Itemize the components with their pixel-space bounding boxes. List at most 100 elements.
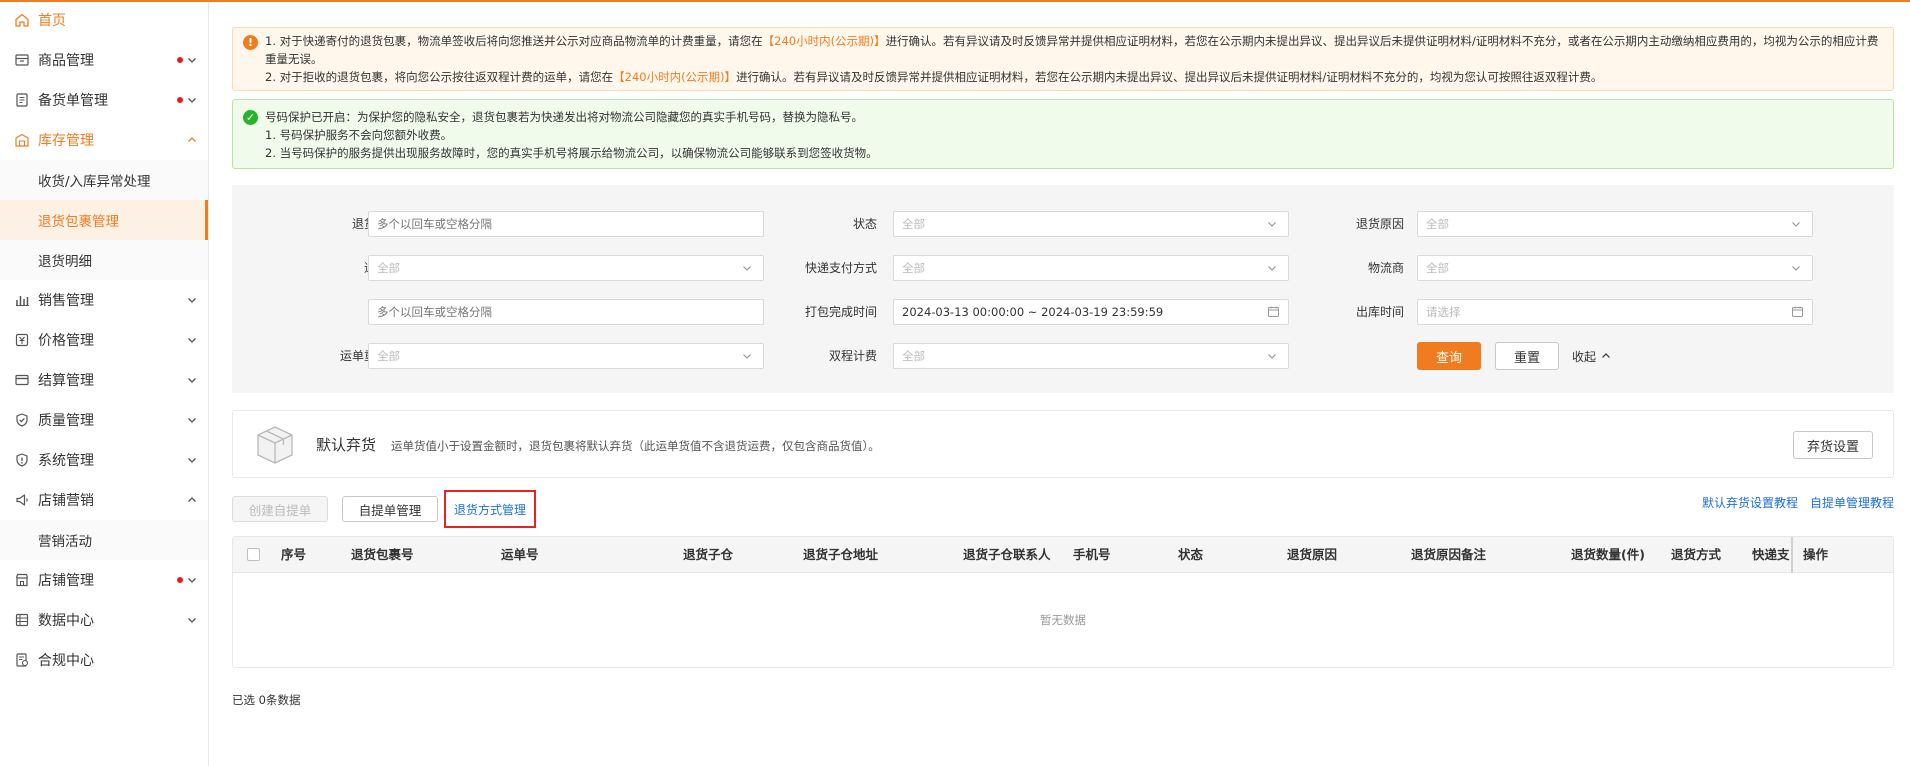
chevron-up-icon [1602,353,1610,358]
privacy-line-3: 2. 当号码保护的服务提供出现服务故障时，您的真实手机号将展示给物流公司，以确保… [265,146,878,160]
filter-label-reason: 退货原因 [1355,217,1404,231]
calendar-icon [1792,306,1803,317]
collapse-toggle[interactable]: 收起 [1572,342,1612,370]
notification-dot [177,577,183,583]
chevron-down-icon [1268,354,1276,359]
warehouse-icon [14,132,30,148]
privacy-line-2: 1. 号码保护服务不会向您额外收费。 [265,128,453,142]
sidebar-item-label: 销售管理 [38,293,94,309]
home-icon [14,12,30,28]
package-box-icon [257,426,293,464]
sidebar-item-label: 首页 [38,13,66,29]
column-header: 序号 [281,547,307,562]
select-all-checkbox[interactable] [247,548,260,561]
warning-line-2: 2. 对于拒收的退货包裹，将向您公示按往返双程计费的运单，请您在【240小时内(… [265,70,1603,84]
double-billing-select[interactable]: 全部 [893,343,1289,369]
notification-dot [177,57,183,63]
store-icon [14,572,30,588]
fixed-column-divider [1791,537,1793,573]
carrier-select[interactable]: 全部 [1417,255,1813,281]
sidebar-item-price[interactable]: 价格管理 [0,320,208,360]
sidebar-item-label: 合规中心 [38,653,94,669]
sidebar: 首页 商品管理 备货单管理 库存管理 收货/入库异常处理 退货包裹管理 退货明细 [0,0,209,766]
chevron-up-icon [188,497,196,502]
column-header: 快递支 [1752,547,1790,562]
sidebar-subitem-receiving-exceptions[interactable]: 收货/入库异常处理 [0,160,208,200]
bar-chart-icon [14,292,30,308]
warning-icon: ! [243,35,258,50]
chevron-down-icon [188,418,196,423]
sidebar-subitem-return-packages[interactable]: 退货包裹管理 [0,200,208,240]
sidebar-item-store-management[interactable]: 店铺管理 [0,560,208,600]
sidebar-item-inventory[interactable]: 库存管理 [0,120,208,160]
sidebar-item-label: 价格管理 [38,333,94,349]
column-header: 退货子仓联系人 [963,547,1051,562]
return-method-management-link[interactable]: 退货方式管理 [444,490,536,528]
sidebar-item-compliance[interactable]: 合规中心 [0,640,208,680]
collapse-label: 收起 [1572,349,1597,364]
query-button[interactable]: 查询 [1417,342,1481,370]
sidebar-item-label: 结算管理 [38,373,94,389]
filter-panel: 退货包裹号 状态 全部 退货原因 全部 退货方式 全部 快递支付方式 全部 物流… [232,185,1894,393]
chevron-down-icon [188,98,196,103]
shield-check-icon [14,412,30,428]
reset-button[interactable]: 重置 [1495,342,1559,370]
chevron-down-icon [188,338,196,343]
pickup-management-button[interactable]: 自提单管理 [342,496,438,522]
tutorial-links: 默认弃货设置教程 自提单管理教程 [1702,494,1894,511]
sidebar-item-goods[interactable]: 商品管理 [0,40,208,80]
sidebar-item-label: 系统管理 [38,453,94,469]
pickup-management-tutorial-link[interactable]: 自提单管理教程 [1810,494,1894,511]
check-circle-icon: ✓ [243,110,258,125]
warning-notice: ! 1. 对于快递寄付的退货包裹，物流单签收后将向您推送并公示对应商品物流单的计… [232,27,1894,91]
document-icon [14,92,30,108]
sidebar-subitem-return-details[interactable]: 退货明细 [0,240,208,280]
column-header: 运单号 [501,547,539,562]
out-time-picker[interactable]: 请选择 [1417,299,1813,325]
chevron-down-icon [188,618,196,623]
default-abandon-bar: 默认弃货 运单货值小于设置金额时，退货包裹将默认弃货（此运单货值不含退货运费，仅… [232,410,1894,478]
return-reason-select[interactable]: 全部 [1417,211,1813,237]
column-header: 手机号 [1073,547,1111,562]
sidebar-item-label: 店铺管理 [38,573,94,589]
filter-label-status: 状态 [852,217,877,231]
sidebar-item-store-marketing[interactable]: 店铺营销 [0,480,208,520]
sidebar-item-system[interactable]: 系统管理 [0,440,208,480]
default-abandon-title: 默认弃货 [316,436,377,454]
return-packages-table: 序号 退货包裹号 运单号 退货子仓 退货子仓地址 退货子仓联系人 手机号 状态 … [232,536,1894,668]
sidebar-item-quality[interactable]: 质量管理 [0,400,208,440]
filter-label-carrier: 物流商 [1367,261,1404,275]
column-header: 退货子仓地址 [803,547,879,562]
chevron-down-icon [188,578,196,583]
filter-label-payment: 快递支付方式 [804,261,877,275]
column-header: 退货子仓 [683,547,734,562]
empty-state: 暂无数据 [1040,613,1086,627]
chevron-down-icon [188,378,196,383]
sidebar-item-data-center[interactable]: 数据中心 [0,600,208,640]
price-icon [14,332,30,348]
sidebar-item-label: 店铺营销 [38,493,94,509]
filter-label-out-time: 出库时间 [1355,305,1404,319]
sidebar-item-label: 退货明细 [38,254,92,270]
column-header: 退货包裹号 [351,547,414,562]
goods-icon [14,52,30,68]
abandon-settings-button[interactable]: 弃货设置 [1793,431,1873,459]
chevron-down-icon [188,298,196,303]
sidebar-item-sales[interactable]: 销售管理 [0,280,208,320]
notification-dot [177,97,183,103]
sidebar-item-label: 库存管理 [38,133,94,149]
sidebar-item-label: 收货/入库异常处理 [38,174,151,190]
sidebar-item-home[interactable]: 首页 [0,0,208,40]
app-root: 首页 商品管理 备货单管理 库存管理 收货/入库异常处理 退货包裹管理 退货明细 [0,0,1910,766]
sidebar-item-stock-orders[interactable]: 备货单管理 [0,80,208,120]
sidebar-item-label: 商品管理 [38,53,94,69]
table-header: 序号 退货包裹号 运单号 退货子仓 退货子仓地址 退货子仓联系人 手机号 状态 … [233,537,1893,573]
card-icon [14,372,30,388]
selected-count: 已选 0条数据 [232,693,301,707]
abandon-settings-tutorial-link[interactable]: 默认弃货设置教程 [1702,494,1798,511]
column-header: 状态 [1178,547,1204,562]
create-pickup-button[interactable]: 创建自提单 [232,496,328,522]
sidebar-item-settlement[interactable]: 结算管理 [0,360,208,400]
chevron-up-icon [188,137,196,142]
sidebar-subitem-marketing-activities[interactable]: 营销活动 [0,520,208,560]
